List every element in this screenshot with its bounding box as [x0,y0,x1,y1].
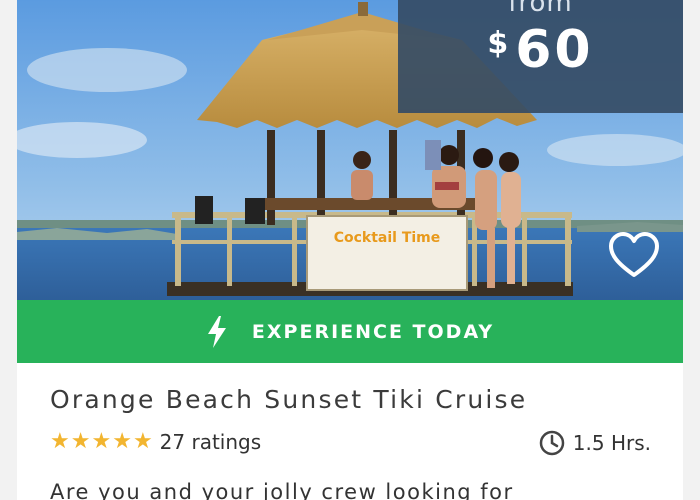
banner-label: EXPERIENCE TODAY [251,320,495,343]
tour-duration: 1.5 Hrs. [539,430,651,456]
tour-title[interactable]: Orange Beach Sunset Tiki Cruise [50,385,527,414]
star-icon: ★ [70,429,91,454]
clock-icon [539,430,565,456]
experience-today-banner: EXPERIENCE TODAY [17,300,683,363]
star-icon: ★ [91,429,112,454]
star-icon: ★ [132,429,153,454]
tour-card[interactable]: Cocktail Time from $60 EXPERIENCE TODAY … [17,0,683,500]
boat-sign-text: Cocktail Time [334,230,441,246]
lightning-icon [207,315,226,348]
price-amount: 60 [515,20,594,80]
favorite-button[interactable] [607,229,661,283]
price-value: $60 [398,20,683,80]
star-icon: ★ [50,429,70,454]
star-rating: ★ ★ ★ ★ ★ [50,431,154,453]
heart-icon [609,232,659,277]
ratings-count: 27 ratings [159,430,262,454]
star-icon: ★ [112,429,132,454]
price-badge: from $60 [398,0,683,113]
price-from-label: from [508,0,573,18]
duration-label: 1.5 Hrs. [572,431,651,455]
rating-summary: ★ ★ ★ ★ ★ 27 ratings [50,430,261,454]
price-currency: $ [487,26,512,61]
tour-description: Are you and your jolly crew looking for [50,480,514,500]
tour-photo[interactable]: Cocktail Time from $60 [17,0,683,300]
